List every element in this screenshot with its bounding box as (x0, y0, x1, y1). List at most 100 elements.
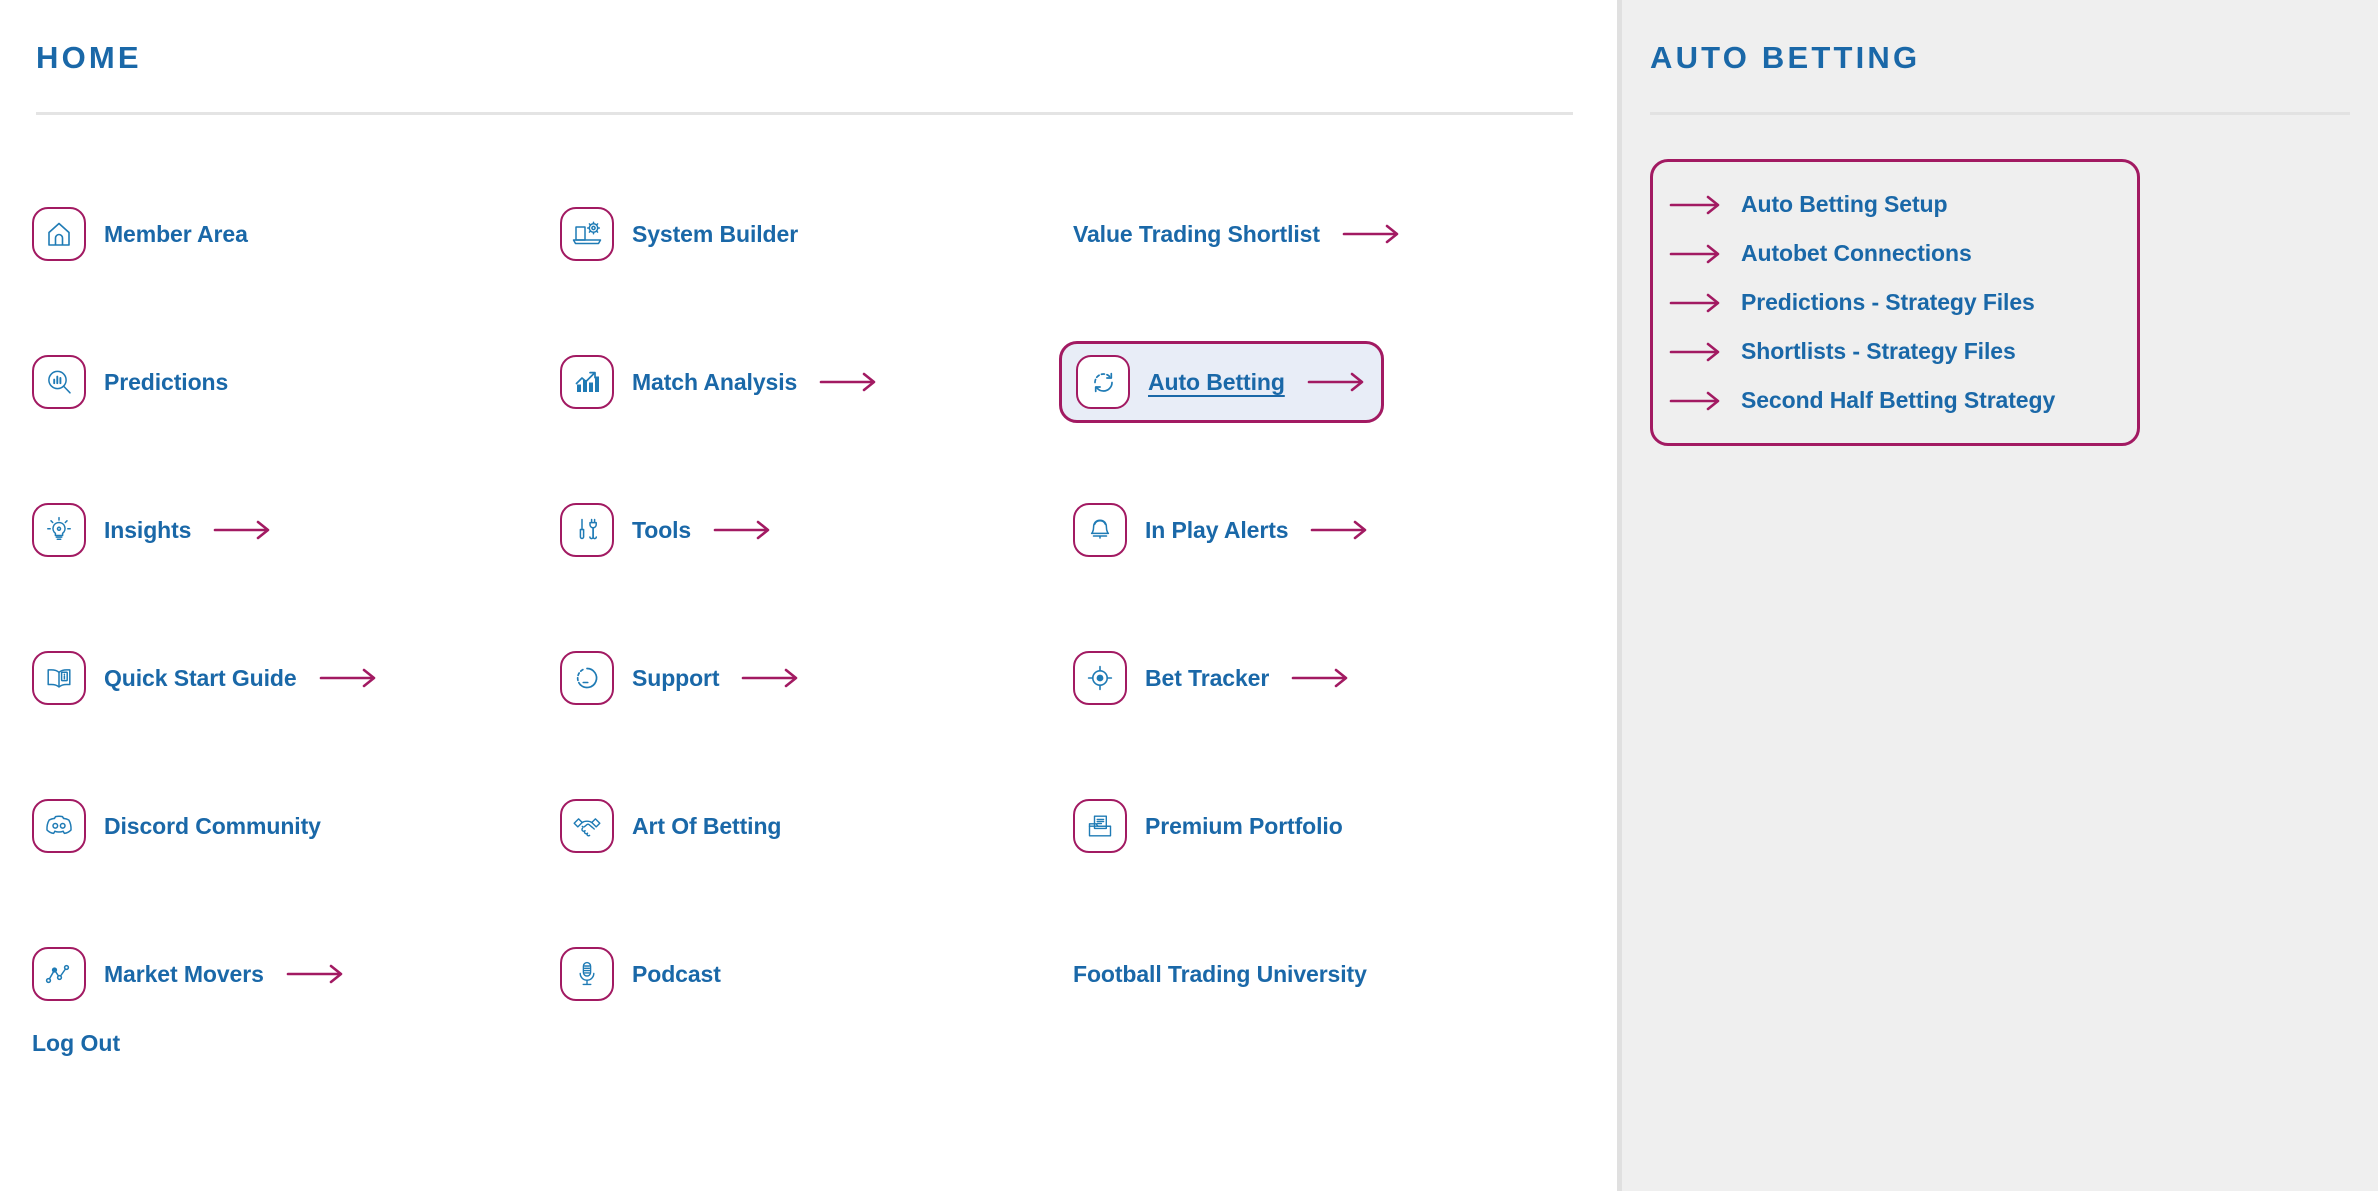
menu-cell: Podcast (545, 900, 1058, 1048)
discord-icon (32, 799, 86, 853)
menu-item-system-builder[interactable]: System Builder (560, 207, 798, 261)
chart-magnifier-icon (32, 355, 86, 409)
bell-icon (1073, 503, 1127, 557)
menu-row: Quick Start Guide Support Bet Tracker (0, 604, 1617, 752)
menu-cell: Football Trading University (1058, 900, 1603, 1048)
sidebar-item-label: Second Half Betting Strategy (1741, 387, 2056, 413)
side-panel: AUTO BETTING Auto Betting Setup Autobet … (1622, 0, 2378, 1191)
menu-item-auto-betting[interactable]: Auto Betting (1059, 341, 1384, 423)
arrow-right-icon (1310, 517, 1368, 543)
menu-item-label: Bet Tracker (1145, 664, 1270, 691)
menu-item-predictions[interactable]: Predictions (32, 355, 228, 409)
menu-item-label: System Builder (632, 220, 799, 247)
menu-item-member-area[interactable]: Member Area (32, 207, 248, 261)
menu-item-quick-start-guide[interactable]: Quick Start Guide (32, 651, 377, 705)
menu-cell: Discord Community (0, 752, 545, 900)
menu-item-insights[interactable]: Insights (32, 503, 271, 557)
menu-item-football-trading-university[interactable]: Football Trading University (1073, 961, 1367, 988)
arrow-right-icon (1669, 193, 1727, 217)
menu-item-label: Premium Portfolio (1145, 812, 1343, 839)
menu-item-art-of-betting[interactable]: Art Of Betting (560, 799, 781, 853)
sidebar-item-label: Shortlists - Strategy Files (1741, 338, 2016, 364)
menu-grid: Member Area System Builder Value Trading S… (0, 160, 1617, 1048)
menu-cell: In Play Alerts (1058, 456, 1603, 604)
menu-item-label: Member Area (104, 220, 248, 247)
menu-row: Insights Tools In Play Alerts (0, 456, 1617, 604)
menu-item-support[interactable]: Support (560, 651, 799, 705)
menu-cell: Insights (0, 456, 545, 604)
menu-item-label: Match Analysis (632, 368, 798, 395)
menu-cell: Market Movers (0, 900, 545, 1048)
menu-item-match-analysis[interactable]: Match Analysis (560, 355, 877, 409)
sidebar-item-predictions-strategy-files[interactable]: Predictions - Strategy Files (1653, 278, 2137, 327)
sidebar-item-auto-betting-setup[interactable]: Auto Betting Setup (1653, 180, 2137, 229)
menu-item-bet-tracker[interactable]: Bet Tracker (1073, 651, 1349, 705)
menu-cell: System Builder (545, 160, 1058, 308)
line-chart-icon (32, 947, 86, 1001)
menu-cell: Quick Start Guide (0, 604, 545, 752)
menu-cell: Support (545, 604, 1058, 752)
menu-item-label: Art Of Betting (632, 812, 782, 839)
folder-doc-icon (1073, 799, 1127, 853)
logout-link[interactable]: Log Out (32, 1030, 120, 1057)
menu-item-discord-community[interactable]: Discord Community (32, 799, 321, 853)
menu-item-premium-portfolio[interactable]: Premium Portfolio (1073, 799, 1343, 853)
menu-cell: Bet Tracker (1058, 604, 1603, 752)
menu-cell: Member Area (0, 160, 545, 308)
refresh-cycle-icon (1076, 355, 1130, 409)
menu-cell: Art Of Betting (545, 752, 1058, 900)
sidebar-item-shortlists-strategy-files[interactable]: Shortlists - Strategy Files (1653, 327, 2137, 376)
menu-item-label: Tools (632, 516, 692, 543)
sidebar-item-label: Auto Betting Setup (1741, 191, 1948, 217)
arrow-right-icon (1669, 340, 1727, 364)
tools-icon (560, 503, 614, 557)
home-icon (32, 207, 86, 261)
menu-cell: Auto Betting (1058, 308, 1603, 456)
arrow-right-icon (819, 369, 877, 395)
menu-item-label: Quick Start Guide (104, 664, 297, 691)
lightbulb-icon (32, 503, 86, 557)
laptop-gear-icon (560, 207, 614, 261)
sidebar-item-autobet-connections[interactable]: Autobet Connections (1653, 229, 2137, 278)
menu-item-label: Value Trading Shortlist (1073, 220, 1320, 247)
sidebar-divider (1650, 112, 2350, 115)
menu-item-label: Insights (104, 516, 192, 543)
arrow-right-icon (1669, 389, 1727, 413)
target-icon (1073, 651, 1127, 705)
header-divider (36, 112, 1573, 115)
arrow-right-icon (213, 517, 271, 543)
menu-item-in-play-alerts[interactable]: In Play Alerts (1073, 503, 1368, 557)
menu-item-market-movers[interactable]: Market Movers (32, 947, 344, 1001)
menu-cell: Match Analysis (545, 308, 1058, 456)
lifebuoy-icon (560, 651, 614, 705)
arrow-right-icon (1669, 242, 1727, 266)
home-dashboard: HOME Member Area System Builder Value Trad… (0, 0, 2378, 1191)
arrow-right-icon (1307, 369, 1365, 395)
menu-item-label: Support (632, 664, 720, 691)
microphone-icon (560, 947, 614, 1001)
menu-item-label: Market Movers (104, 960, 264, 987)
arrow-right-icon (1291, 665, 1349, 691)
menu-item-label: Podcast (632, 960, 721, 987)
bar-chart-up-icon (560, 355, 614, 409)
sidebar-title: AUTO BETTING (1650, 40, 1921, 75)
page-title: HOME (36, 40, 142, 75)
menu-row: Member Area System Builder Value Trading S… (0, 160, 1617, 308)
menu-item-label: Auto Betting (1148, 368, 1285, 395)
menu-cell: Tools (545, 456, 1058, 604)
arrow-right-icon (319, 665, 377, 691)
menu-item-tools[interactable]: Tools (560, 503, 771, 557)
sidebar-item-label: Predictions - Strategy Files (1741, 289, 2035, 315)
arrow-right-icon (713, 517, 771, 543)
sidebar-item-label: Autobet Connections (1741, 240, 1972, 266)
sidebar-menu-box: Auto Betting Setup Autobet Connections P… (1650, 159, 2140, 446)
arrow-right-icon (286, 961, 344, 987)
open-book-info-icon (32, 651, 86, 705)
arrow-right-icon (1669, 291, 1727, 315)
menu-item-label: Discord Community (104, 812, 321, 839)
main-panel: HOME Member Area System Builder Value Trad… (0, 0, 1617, 1191)
menu-item-label: In Play Alerts (1145, 516, 1289, 543)
menu-item-podcast[interactable]: Podcast (560, 947, 721, 1001)
sidebar-item-second-half-betting-strategy[interactable]: Second Half Betting Strategy (1653, 376, 2137, 425)
menu-item-value-trading-shortlist[interactable]: Value Trading Shortlist (1073, 221, 1400, 248)
